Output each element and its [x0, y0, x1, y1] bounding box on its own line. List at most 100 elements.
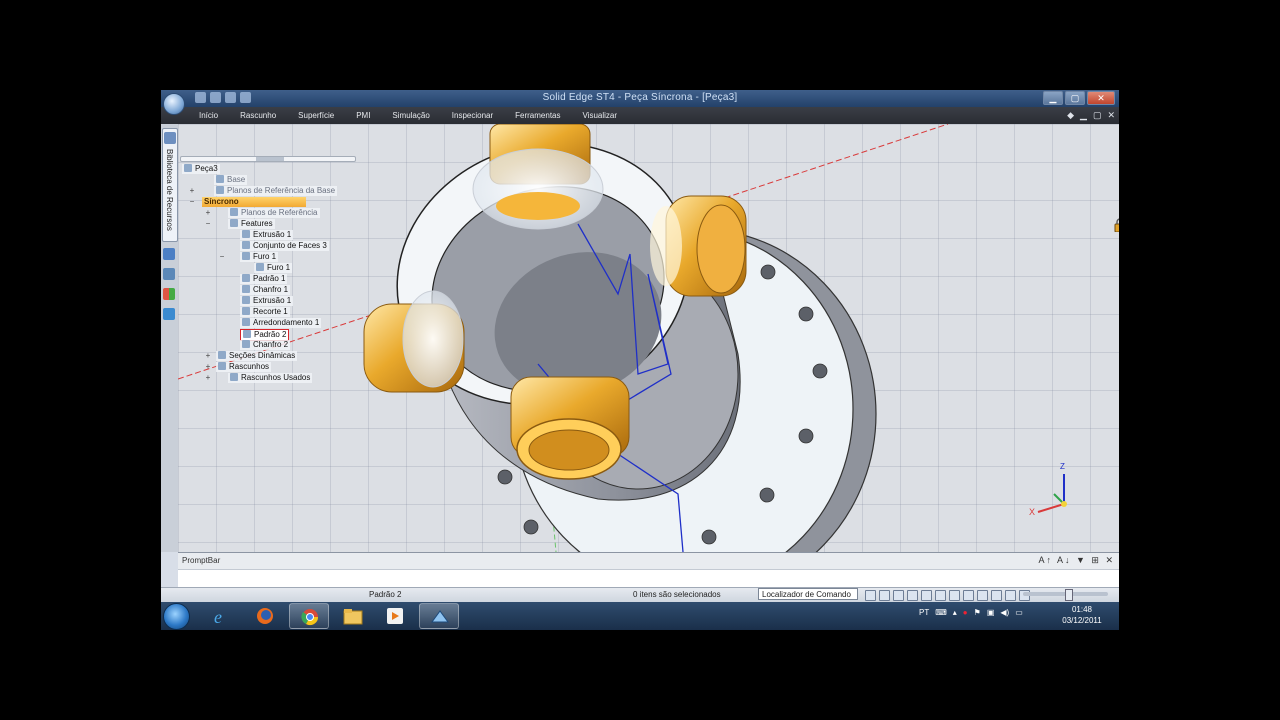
tree-node-feature[interactable]: Conjunto de Faces 3 — [240, 241, 329, 251]
status-selected-feature: Padrão 2 — [369, 590, 402, 599]
tab-pmi[interactable]: PMI — [356, 111, 370, 120]
taskbar-firefox[interactable] — [245, 603, 285, 629]
tree-node-sketches[interactable]: Rascunhos — [216, 362, 272, 372]
prompt-bar-input[interactable] — [178, 569, 1119, 587]
view-icon[interactable] — [921, 590, 932, 601]
display-icon[interactable] — [991, 590, 1002, 601]
tree-node-feature[interactable]: Recorte 1 — [240, 307, 290, 317]
taskbar-explorer[interactable] — [333, 603, 373, 629]
maximize-button[interactable]: ▢ — [1065, 91, 1085, 105]
part-icon — [184, 164, 192, 172]
taskbar-media-player[interactable] — [375, 603, 415, 629]
tree-node-feature[interactable]: Arredondamento 1 — [240, 318, 322, 328]
volume-icon[interactable]: ◀) — [1000, 608, 1009, 617]
tree-node-feature[interactable]: Chanfro 2 — [240, 340, 291, 350]
taskbar-solid-edge[interactable] — [419, 603, 459, 629]
rotate-icon[interactable] — [907, 590, 918, 601]
style-icon[interactable] — [1005, 590, 1016, 601]
pattern-icon — [243, 330, 251, 338]
family-icon[interactable] — [163, 288, 175, 300]
tab-simulacao[interactable]: Simulação — [392, 111, 429, 120]
expand-icon[interactable]: + — [204, 351, 212, 361]
expand-icon[interactable]: + — [204, 373, 212, 383]
pathfinder-icon[interactable] — [163, 248, 175, 260]
tree-node-feature[interactable]: Furo 1 — [240, 252, 279, 262]
checkbox-icon[interactable] — [218, 351, 226, 359]
expand-icon[interactable]: + — [204, 208, 212, 218]
collapse-icon[interactable]: − — [204, 219, 212, 229]
tab-visualizar[interactable]: Visualizar — [583, 111, 618, 120]
collapse-icon[interactable]: − — [218, 252, 226, 262]
sketch-view-icon[interactable] — [963, 590, 974, 601]
tree-node-base[interactable]: Base — [214, 175, 248, 185]
tree-node-base-planes[interactable]: Planos de Referência da Base — [214, 186, 338, 196]
ribbon-tabs: Início Rascunho Superfície PMI Simulação… — [161, 107, 1119, 124]
tab-ferramentas[interactable]: Ferramentas — [515, 111, 560, 120]
keyboard-icon[interactable]: ⌨ — [935, 608, 947, 617]
show-hidden-icon[interactable]: ▴ — [953, 608, 957, 617]
tree-node-feature[interactable]: Padrão 1 — [240, 274, 288, 284]
command-finder-input[interactable]: Localizador de Comando — [758, 588, 858, 600]
tree-node-feature[interactable]: Extrusão 1 — [240, 230, 294, 240]
pan-icon[interactable] — [893, 590, 904, 601]
prompt-bar-controls[interactable]: A↑ A↓ ▼ ⊞ ✕ — [1038, 555, 1115, 566]
chrome-icon — [301, 609, 319, 626]
close-button[interactable]: ✕ — [1087, 91, 1115, 105]
tree-node-part[interactable]: Peça3 — [182, 164, 220, 174]
wire-icon[interactable] — [949, 590, 960, 601]
help-icon[interactable]: ◆ — [1067, 110, 1074, 121]
named-view-icon[interactable] — [977, 590, 988, 601]
tree-scrollbar[interactable] — [180, 156, 356, 162]
collapse-icon[interactable]: − — [188, 197, 196, 207]
expand-icon[interactable]: + — [204, 362, 212, 372]
tree-node-label: Extrusão 1 — [253, 296, 292, 305]
clock-time: 01:48 — [1071, 605, 1093, 614]
tree-node-feature[interactable]: Chanfro 1 — [240, 285, 291, 295]
title-bar[interactable]: Solid Edge ST4 - Peça Síncrona - [Peça3]… — [161, 90, 1119, 107]
sensors-icon[interactable] — [163, 308, 175, 320]
tree-node-used-sketches[interactable]: Rascunhos Usados — [228, 373, 313, 383]
coordinate-triad[interactable]: Z X — [1028, 462, 1078, 519]
doc-restore-button[interactable]: ▢ — [1093, 110, 1102, 121]
taskbar-chrome[interactable] — [289, 603, 329, 629]
slider-thumb[interactable] — [1065, 589, 1073, 601]
side-panel-tabs: Biblioteca de Recursos — [161, 124, 179, 552]
tree-node-features[interactable]: Features — [228, 219, 275, 229]
tab-rascunho[interactable]: Rascunho — [240, 111, 276, 120]
sketch-icon — [230, 373, 238, 381]
z-label: Z — [1060, 462, 1065, 471]
application-button[interactable] — [163, 93, 185, 115]
tab-superficie[interactable]: Superfície — [298, 111, 334, 120]
tree-node-feature[interactable]: Extrusão 1 — [240, 296, 294, 306]
tree-node-dynamic-sections[interactable]: Seções Dinâmicas — [216, 351, 298, 361]
doc-close-button[interactable]: ✕ — [1107, 110, 1115, 121]
tree-node-label: Planos de Referência da Base — [227, 186, 336, 195]
tab-inspecionar[interactable]: Inspecionar — [452, 111, 493, 120]
device-icon[interactable]: ▣ — [987, 608, 995, 617]
face-set-icon — [242, 241, 250, 249]
zoom-slider[interactable] — [1023, 589, 1108, 601]
network-icon[interactable]: ▭ — [1015, 608, 1023, 617]
layers-icon[interactable] — [163, 268, 175, 280]
fit-icon[interactable] — [879, 590, 890, 601]
language-indicator[interactable]: PT — [919, 608, 929, 617]
tree-node-ref-planes[interactable]: Planos de Referência — [228, 208, 320, 218]
doc-minimize-button[interactable]: ▁ — [1080, 110, 1087, 121]
tree-node-label: Chanfro 1 — [253, 285, 289, 294]
start-button[interactable] — [163, 603, 190, 630]
minimize-button[interactable]: ▁ — [1043, 91, 1063, 105]
tree-node-synchronous[interactable]: Síncrono — [202, 197, 306, 207]
lock-icon[interactable] — [1114, 218, 1119, 233]
expand-icon[interactable]: + — [188, 186, 196, 196]
taskbar-clock[interactable]: 01:48 03/12/2011 — [1047, 604, 1117, 626]
zoom-icon[interactable] — [865, 590, 876, 601]
tree-node-feature[interactable]: Furo 1 — [254, 263, 293, 273]
shaded-icon[interactable] — [935, 590, 946, 601]
taskbar-ie[interactable]: e — [201, 603, 241, 629]
record-icon[interactable]: ● — [963, 608, 968, 617]
tab-inicio[interactable]: Início — [199, 111, 218, 120]
flag-icon[interactable]: ⚑ — [974, 608, 981, 617]
resource-library-tab[interactable]: Biblioteca de Recursos — [162, 128, 178, 242]
tree-node-label: Arredondamento 1 — [253, 318, 320, 327]
tree-node-label: Chanfro 2 — [253, 340, 289, 349]
